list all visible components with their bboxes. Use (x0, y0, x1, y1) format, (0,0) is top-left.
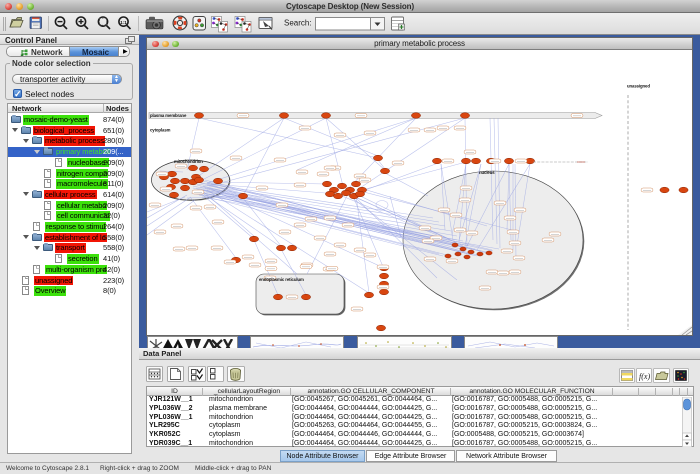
svg-text:unassigned: unassigned (627, 84, 650, 89)
svg-text:nucleus: nucleus (479, 170, 495, 175)
svg-text:mitochondrion: mitochondrion (174, 159, 203, 164)
svg-text:endoplasmic reticulum: endoplasmic reticulum (259, 277, 304, 282)
svg-text:plasma membrane: plasma membrane (150, 113, 187, 118)
svg-text:Search:: Search: (284, 19, 312, 28)
svg-text:cytoplasm: cytoplasm (150, 128, 171, 133)
svg-text:f(x): f(x) (639, 372, 650, 381)
svg-text:1:1: 1:1 (120, 20, 127, 25)
